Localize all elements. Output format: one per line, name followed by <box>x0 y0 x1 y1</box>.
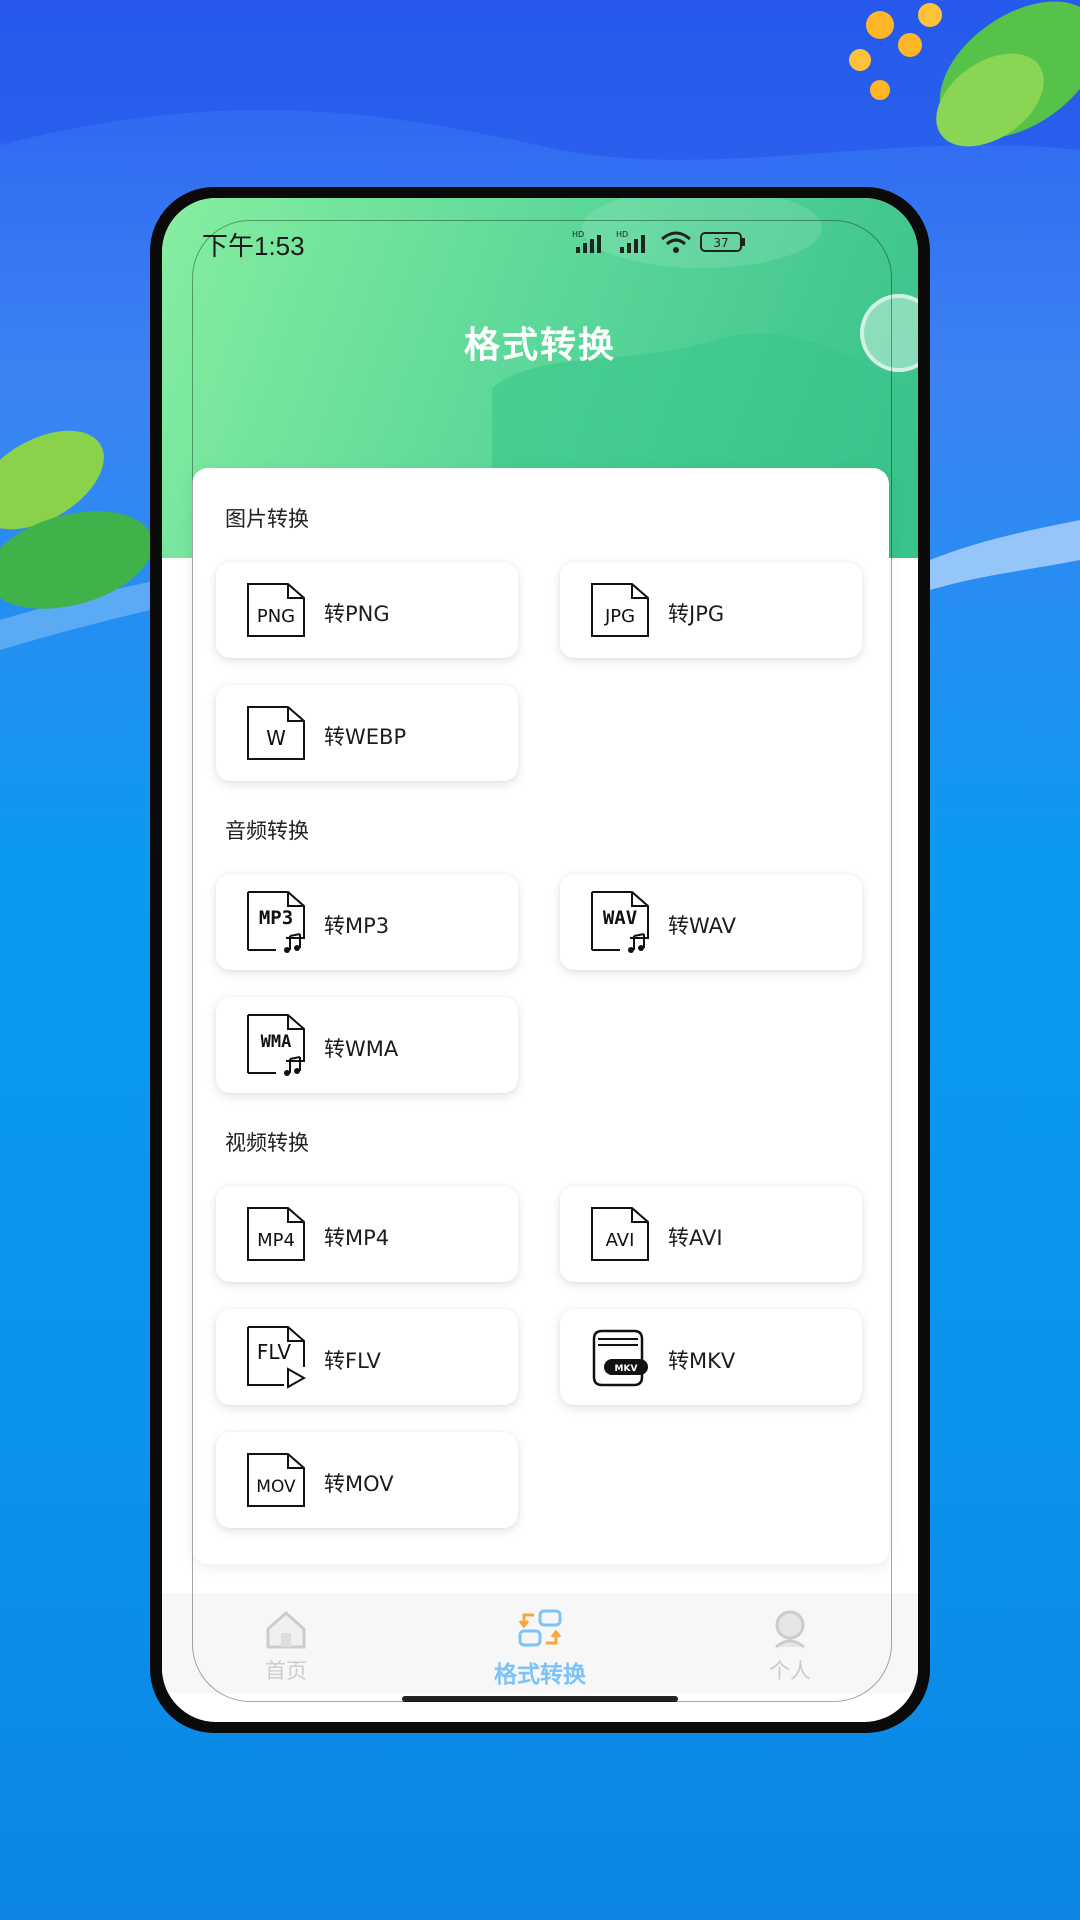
mp3-file-icon: MP3 <box>247 891 305 953</box>
nav-convert[interactable]: 格式转换 <box>460 1609 620 1689</box>
svg-text:HD: HD <box>572 230 584 239</box>
section-title-audio: 音频转换 <box>225 819 309 843</box>
section-title-image: 图片转换 <box>225 507 309 531</box>
status-bar: 下午1:53 HD HD 37 <box>162 222 918 266</box>
mkv-file-icon: MKV <box>592 1329 648 1387</box>
mp4-file-icon: MP4 <box>247 1207 305 1261</box>
wma-file-icon: WMA <box>247 1014 305 1076</box>
bottom-nav: 首页 格式转换 个人 <box>162 1593 918 1693</box>
svg-text:MP3: MP3 <box>259 907 293 929</box>
tile-label: 转FLV <box>324 1349 381 1373</box>
convert-avi-button[interactable]: AVI 转AVI <box>560 1186 862 1282</box>
svg-text:HD: HD <box>616 230 628 239</box>
wifi-icon <box>661 231 691 253</box>
png-file-icon: PNG <box>247 583 305 637</box>
tile-label: 转PNG <box>324 602 390 626</box>
nav-label-convert: 格式转换 <box>494 1662 586 1688</box>
wav-file-icon: WAV <box>591 891 649 953</box>
format-card: 图片转换 PNG 转PNG JPG 转JPG W 转WEBP 音频转换 MP3 … <box>192 468 889 1564</box>
signal-icon-2: HD <box>616 230 645 253</box>
tile-label: 转MKV <box>668 1349 736 1373</box>
convert-png-button[interactable]: PNG 转PNG <box>216 562 518 658</box>
convert-webp-button[interactable]: W 转WEBP <box>216 685 518 781</box>
convert-flv-button[interactable]: FLV 转FLV <box>216 1309 518 1405</box>
status-icons: HD HD 37 <box>572 228 748 256</box>
convert-mp4-button[interactable]: MP4 转MP4 <box>216 1186 518 1282</box>
convert-icon <box>518 1609 562 1647</box>
tile-label: 转MP4 <box>324 1226 390 1250</box>
convert-mkv-button[interactable]: MKV 转MKV <box>560 1309 862 1405</box>
svg-text:37: 37 <box>713 236 728 250</box>
status-time: 下午1:53 <box>202 231 305 261</box>
nav-home[interactable]: 首页 <box>206 1609 366 1685</box>
section-title-video: 视频转换 <box>225 1131 309 1155</box>
svg-text:MP4: MP4 <box>257 1230 295 1251</box>
tile-label: 转MP3 <box>324 914 390 938</box>
battery-icon: 37 <box>700 232 745 252</box>
page-title: 格式转换 <box>463 325 616 366</box>
tile-label: 转WEBP <box>324 725 407 749</box>
convert-wav-button[interactable]: WAV 转WAV <box>560 874 862 970</box>
svg-text:AVI: AVI <box>606 1230 635 1251</box>
svg-text:WMA: WMA <box>261 1032 292 1052</box>
svg-text:W: W <box>266 726 286 750</box>
convert-mp3-button[interactable]: MP3 转MP3 <box>216 874 518 970</box>
mov-file-icon: MOV <box>247 1453 305 1507</box>
convert-mov-button[interactable]: MOV 转MOV <box>216 1432 518 1528</box>
convert-jpg-button[interactable]: JPG 转JPG <box>560 562 862 658</box>
webp-file-icon: W <box>247 706 305 760</box>
user-icon <box>775 1610 805 1649</box>
tile-label: 转AVI <box>668 1226 723 1250</box>
svg-text:MOV: MOV <box>256 1477 296 1497</box>
svg-text:FLV: FLV <box>257 1340 291 1364</box>
tile-label: 转MOV <box>324 1472 394 1496</box>
nav-label-home: 首页 <box>265 1659 307 1683</box>
nav-profile[interactable]: 个人 <box>710 1609 870 1685</box>
tile-label: 转JPG <box>668 602 725 626</box>
flv-file-icon: FLV <box>247 1326 306 1389</box>
svg-text:WAV: WAV <box>603 907 637 929</box>
svg-text:JPG: JPG <box>604 606 635 627</box>
avi-file-icon: AVI <box>591 1207 649 1261</box>
convert-wma-button[interactable]: WMA 转WMA <box>216 997 518 1093</box>
tile-label: 转WAV <box>668 914 737 938</box>
nav-label-profile: 个人 <box>769 1659 811 1683</box>
home-icon <box>266 1610 306 1649</box>
svg-text:PNG: PNG <box>257 606 295 627</box>
svg-text:MKV: MKV <box>615 1364 638 1374</box>
app-screen: 下午1:53 HD HD 37 格式转换 图片转换 PNG 转PNG JPG 转… <box>162 198 918 1722</box>
tile-label: 转WMA <box>324 1037 399 1061</box>
signal-icon: HD <box>572 230 601 253</box>
jpg-file-icon: JPG <box>591 583 649 637</box>
home-indicator[interactable] <box>402 1696 678 1702</box>
